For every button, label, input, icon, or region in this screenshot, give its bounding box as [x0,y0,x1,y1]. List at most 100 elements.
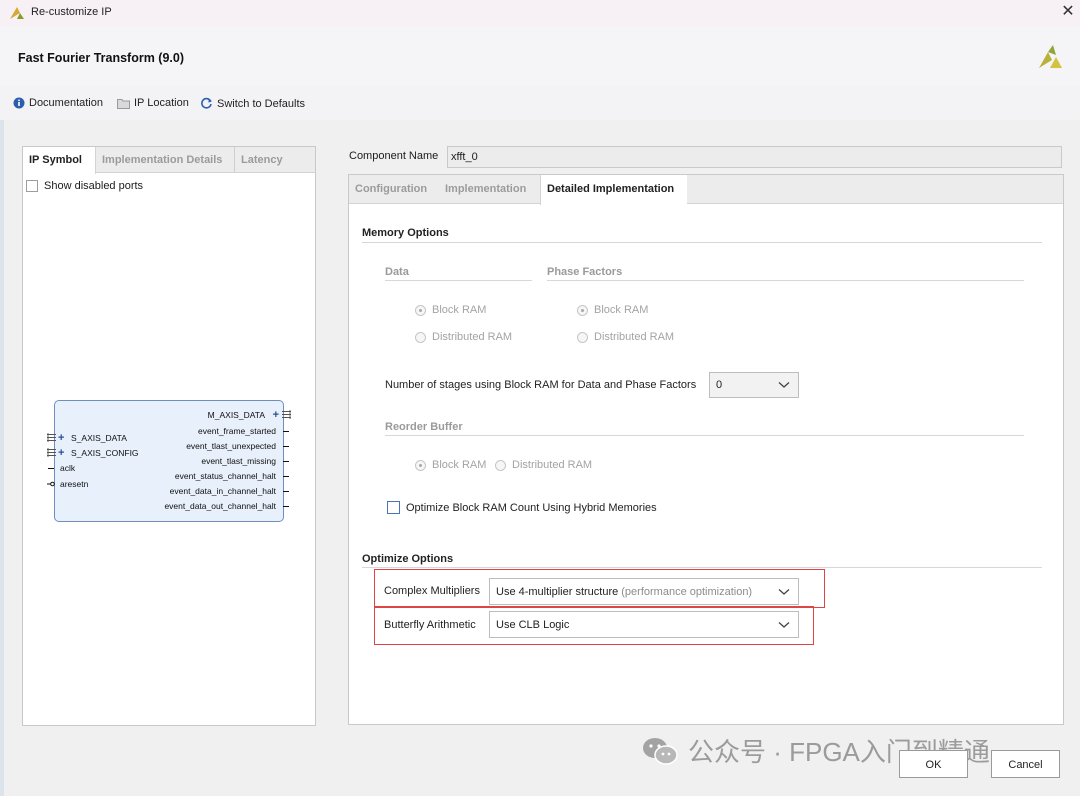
configuration-panel: Configuration Implementation Detailed Im… [348,174,1064,725]
hybrid-memories-checkbox[interactable] [387,501,400,514]
folder-icon [117,98,130,109]
phase-distributed-ram-label: Distributed RAM [594,331,675,343]
port-event-tlast-unexpected: event_tlast_unexpected [186,441,276,451]
vivado-app-icon [10,7,24,19]
optimize-options-title: Optimize Options [362,553,454,565]
divider [362,567,1042,568]
left-edge-strip [0,120,4,796]
port-stub [283,446,289,447]
tab-detailed-implementation[interactable]: Detailed Implementation [540,175,687,205]
highlight-box-complex-multipliers [374,569,825,608]
radio-unselected[interactable] [495,459,506,471]
tab-implementation[interactable]: Implementation [439,175,539,204]
data-title: Data [385,266,409,278]
port-event-data-out-channel-halt: event_data_out_channel_halt [164,501,276,511]
port-aresetn: aresetn [60,479,89,489]
port-aclk: aclk [60,463,76,473]
chevron-down-icon [778,382,790,388]
phase-distributed-ram-option[interactable]: Distributed RAM [577,331,674,343]
port-m-axis-data: M_AXIS_DATA [207,410,265,420]
right-tabs: Configuration Implementation Detailed Im… [349,175,1063,205]
tab-implementation-details[interactable]: Implementation Details [96,147,234,173]
port-s-axis-config: S_AXIS_CONFIG [71,448,139,458]
port-stub [283,431,289,432]
switch-defaults-label: Switch to Defaults [217,97,306,110]
stages-select[interactable]: 0 [709,372,799,398]
reorder-block-ram-option[interactable]: Block RAM [415,459,486,471]
toolbar: Documentation IP Location Switch to Defa… [0,86,1080,120]
component-name-field[interactable]: xfft_0 [447,146,1062,168]
ok-button[interactable]: OK [899,750,968,778]
documentation-label: Documentation [29,97,103,109]
divider [362,242,1042,243]
bus-connector-icon [282,410,291,419]
tab-configuration[interactable]: Configuration [349,175,437,204]
show-disabled-ports-checkbox[interactable] [26,180,38,192]
hybrid-memories-row[interactable]: Optimize Block RAM Count Using Hybrid Me… [387,501,657,514]
phase-factors-title: Phase Factors [547,266,623,278]
highlight-box-butterfly-arithmetic [374,606,814,645]
divider [385,280,532,281]
phase-block-ram-option[interactable]: Block RAM [577,304,648,316]
fft-ip-symbol: M_AXIS_DATA + event_frame_started event_… [47,400,291,522]
divider [385,435,1024,436]
port-stub [283,491,289,492]
port-stub [48,468,54,469]
reorder-buffer-title: Reorder Buffer [385,421,463,433]
documentation-button[interactable]: Documentation [13,97,103,109]
show-disabled-ports-label: Show disabled ports [44,180,144,192]
divider [547,280,1024,281]
ip-title: Fast Fourier Transform (9.0) [18,51,185,65]
window-title: Re-customize IP [31,6,112,18]
radio-selected[interactable] [577,304,588,316]
stages-label: Number of stages using Block RAM for Dat… [385,379,697,391]
component-name-label: Component Name [349,150,439,162]
port-stub [283,476,289,477]
port-stub [283,506,289,507]
left-tabs: IP Symbol Implementation Details Latency [23,147,315,174]
ip-location-label: IP Location [134,97,189,109]
port-event-status-channel-halt: event_status_channel_halt [174,471,276,481]
cancel-button[interactable]: Cancel [991,750,1060,778]
ip-location-button[interactable]: IP Location [117,97,189,109]
bus-connector-icon [47,433,56,442]
data-distributed-ram-label: Distributed RAM [432,331,513,343]
switch-defaults-button[interactable]: Switch to Defaults [200,97,305,110]
close-icon[interactable]: ✕ [1059,3,1077,21]
reorder-distributed-ram-option[interactable]: Distributed RAM [495,459,592,471]
ip-header: Fast Fourier Transform (9.0) [0,26,1080,86]
dialog-body: IP Symbol Implementation Details Latency… [0,120,1080,796]
radio-selected[interactable] [415,304,426,316]
data-block-ram-option[interactable]: Block RAM [415,304,486,316]
xilinx-logo [1039,45,1062,68]
expand-plus-icon: + [58,432,65,444]
stages-value: 0 [716,379,723,391]
expand-plus-icon: + [58,447,65,459]
port-s-axis-data: S_AXIS_DATA [71,433,127,443]
reorder-block-ram-label: Block RAM [432,459,487,471]
title-bar: Re-customize IP ✕ [0,0,1080,26]
tab-latency[interactable]: Latency [234,147,294,173]
info-icon [13,97,25,109]
refresh-icon [201,97,212,109]
radio-unselected[interactable] [415,331,426,343]
phase-block-ram-label: Block RAM [594,304,649,316]
port-event-data-in-channel-halt: event_data_in_channel_halt [169,486,276,496]
tab-ip-symbol[interactable]: IP Symbol [23,147,96,174]
wechat-icon [643,737,678,765]
hybrid-memories-label: Optimize Block RAM Count Using Hybrid Me… [406,501,657,514]
memory-options-title: Memory Options [362,227,449,239]
data-block-ram-label: Block RAM [432,304,487,316]
ip-symbol-panel: IP Symbol Implementation Details Latency… [22,146,316,726]
expand-plus-icon: + [272,409,279,421]
port-event-tlast-missing: event_tlast_missing [201,456,276,466]
port-stub [283,461,289,462]
inverted-input-icon [47,481,55,487]
show-disabled-ports-row[interactable]: Show disabled ports [26,180,143,192]
reorder-distributed-ram-label: Distributed RAM [512,459,593,471]
radio-unselected[interactable] [577,331,588,343]
bus-connector-icon [47,448,56,457]
port-event-frame-started: event_frame_started [198,426,276,436]
data-distributed-ram-option[interactable]: Distributed RAM [415,331,512,343]
radio-selected[interactable] [415,459,426,471]
